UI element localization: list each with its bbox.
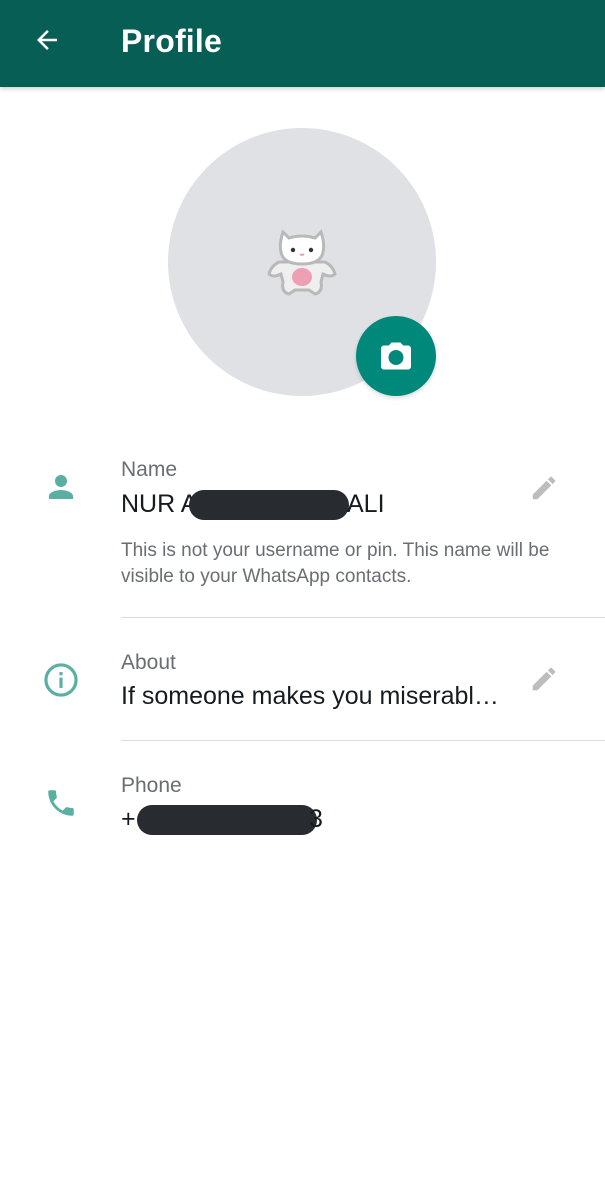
- phone-value-prefix: +: [121, 805, 136, 833]
- name-value-prefix: NUR A: [121, 490, 198, 518]
- back-button[interactable]: [22, 18, 72, 62]
- camera-icon: [381, 342, 411, 370]
- app-bar: Profile: [0, 0, 605, 87]
- about-value: If someone makes you miserabl…: [121, 682, 499, 710]
- about-label: About: [121, 651, 176, 674]
- phone-value: + 3: [121, 803, 341, 835]
- arrow-left-icon: [37, 30, 57, 50]
- name-row[interactable]: Name NUR A ALI This is not your username…: [0, 440, 605, 618]
- redacted-block: [137, 805, 317, 835]
- change-photo-button[interactable]: [356, 316, 436, 396]
- redacted-block: [189, 490, 349, 520]
- pencil-icon: [532, 667, 556, 691]
- pencil-icon: [532, 476, 556, 500]
- divider: [121, 740, 605, 741]
- phone-row: Phone + 3: [0, 756, 605, 856]
- about-row[interactable]: About If someone makes you miserabl…: [0, 633, 605, 740]
- phone-value-suffix: 3: [309, 805, 323, 833]
- edit-name-button[interactable]: [525, 469, 563, 507]
- phone-label: Phone: [121, 774, 182, 797]
- name-value: NUR A ALI: [121, 488, 521, 520]
- person-icon: [40, 466, 82, 508]
- info-icon: [40, 659, 82, 701]
- page-title: Profile: [121, 23, 222, 59]
- cat-sticker-image: [267, 229, 337, 296]
- profile-photo-section: [168, 128, 436, 396]
- name-hint: This is not your username or pin. This n…: [121, 540, 550, 587]
- divider: [121, 617, 605, 618]
- name-value-suffix: ALI: [347, 490, 385, 518]
- phone-icon: [40, 782, 82, 824]
- name-label: Name: [121, 458, 178, 481]
- edit-about-button[interactable]: [525, 660, 563, 698]
